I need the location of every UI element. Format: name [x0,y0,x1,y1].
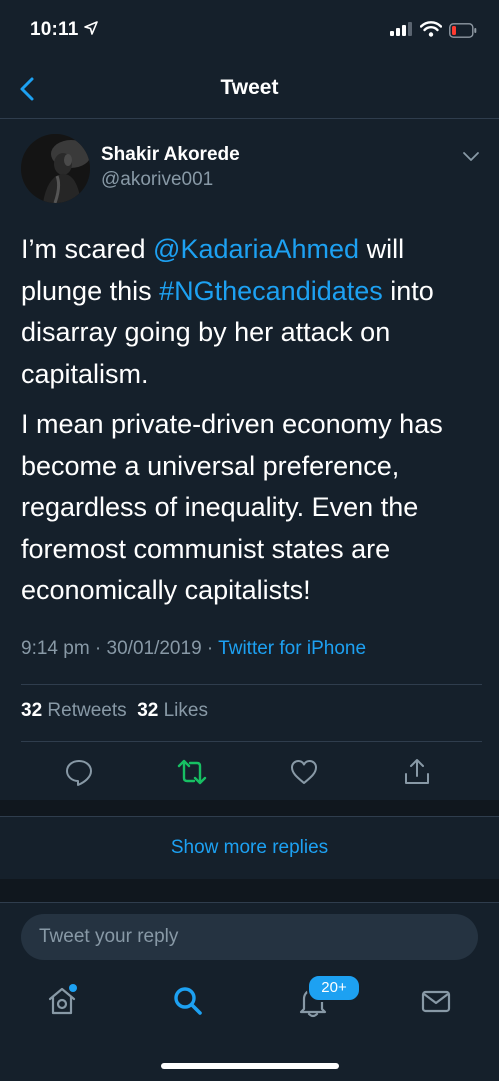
avatar-photo [21,134,90,203]
reply-icon[interactable] [63,756,95,788]
battery-icon [449,23,477,38]
retweet-label: Retweets [47,700,127,721]
status-time: 10:11 [30,19,79,40]
avatar[interactable] [21,134,90,203]
tweet-stats: 32 Retweets 32 Likes [21,700,208,722]
section-gap [0,800,499,816]
like-label: Likes [163,700,208,721]
tweet-paragraph-1: I’m scared @KadariaAhmed will plunge thi… [21,229,481,395]
notifications-badge: 20+ [307,974,361,1002]
reply-input[interactable] [21,914,478,960]
tweet-actions [0,754,499,794]
tweet-timestamp: 9:14 pm · 30/01/2019 · Twitter for iPhon… [21,638,366,660]
author-name[interactable]: Shakir Akorede [101,144,240,166]
divider [21,741,482,742]
timestamp-text: 9:14 pm · 30/01/2019 · [21,638,219,659]
location-arrow-icon [84,21,98,35]
share-icon[interactable] [401,756,433,788]
caret-down-icon[interactable] [462,150,480,164]
source-link[interactable]: Twitter for iPhone [218,638,366,659]
like-icon[interactable] [288,756,320,788]
retweets-stat[interactable]: 32 Retweets [21,700,127,721]
hashtag-link[interactable]: #NGthecandidates [159,276,383,306]
page-title: Tweet [220,76,279,99]
search-icon[interactable] [170,983,206,1019]
messages-icon[interactable] [418,983,454,1019]
home-indicator [161,1063,339,1069]
signal-icon [390,22,412,36]
status-bar: 10:11 [0,0,499,60]
like-count: 32 [137,700,159,721]
reply-composer [0,902,499,1081]
section-gap [0,879,499,902]
wifi-icon [420,21,442,37]
home-icon[interactable] [44,983,80,1019]
likes-stat[interactable]: 32 Likes [137,700,208,721]
navigation-bar: Tweet [0,60,499,119]
tweet-text: I’m scared @KadariaAhmed will plunge thi… [21,229,481,612]
show-more-replies-button[interactable]: Show more replies [0,816,499,880]
author-handle[interactable]: @akorive001 [101,169,213,191]
tweet-text-segment: I’m scared [21,234,154,264]
retweet-icon[interactable] [176,756,208,788]
retweet-count: 32 [21,700,43,721]
divider [21,684,482,685]
mention-link[interactable]: @KadariaAhmed [153,234,359,264]
tweet-paragraph-2: I mean private-driven economy has become… [21,409,443,605]
